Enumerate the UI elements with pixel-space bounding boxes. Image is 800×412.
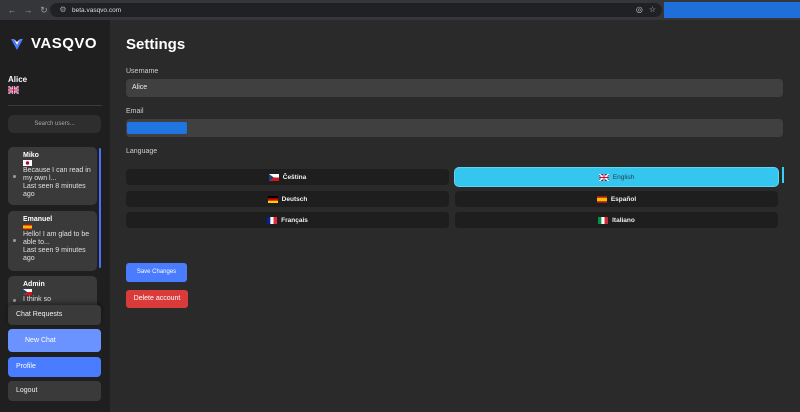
last-seen: ago [23,191,35,198]
language-label-text: English [612,173,635,181]
language-option-german[interactable]: Deutsch [126,191,449,207]
current-user-name: Alice [8,75,28,84]
reload-icon[interactable]: ↻ [38,4,50,16]
chat-preview: able to... [23,239,50,246]
username-field[interactable]: Alice [126,79,783,97]
france-flag-icon [267,216,278,224]
selected-indicator [782,167,784,183]
language-label-text: Italiano [612,216,635,224]
browser-toolbar: ← → ↻ ⚙ beta.vasqvo.com ◎ ☆ [0,0,800,20]
eye-slash-icon[interactable]: ◎ [636,5,643,14]
language-label: Language [126,148,158,155]
logout-button[interactable]: Logout [8,381,101,401]
search-users-input[interactable]: Search users... [8,115,101,133]
chat-item-miko[interactable]: Miko Because I can read in my own l... L… [8,147,97,205]
czech-flag-icon [23,289,32,295]
status-dot [13,239,16,242]
language-label-text: Français [281,216,308,224]
back-icon[interactable]: ← [6,4,18,16]
spain-flag-icon [596,195,607,203]
italy-flag-icon [598,216,609,224]
profile-button[interactable]: Profile [8,357,101,377]
language-option-spanish[interactable]: Español [455,191,778,207]
chat-list[interactable]: Miko Because I can read in my own l... L… [8,147,103,317]
redaction-block [664,2,800,18]
logo[interactable]: VASQVO [10,35,97,52]
status-dot [13,299,16,302]
email-label: Email [126,108,144,115]
new-chat-button[interactable]: New Chat [8,329,101,352]
delete-account-button[interactable]: Delete account [126,290,188,308]
page-title: Settings [126,36,186,53]
chat-preview: Hello! I am glad to be [23,231,90,238]
language-option-french[interactable]: Français [126,212,449,228]
star-icon[interactable]: ☆ [649,5,656,14]
japan-flag-icon [23,160,32,166]
chat-preview: Because I can read in [23,167,91,174]
uk-flag-icon [8,86,19,94]
chat-requests-button[interactable]: Chat Requests [8,305,101,325]
chat-name: Miko [23,152,39,159]
chat-item-emanuel[interactable]: Emanuel Hello! I am glad to be able to..… [8,211,97,271]
forward-icon[interactable]: → [22,4,34,16]
email-redaction [127,122,187,134]
czech-flag-icon [268,173,279,181]
email-field[interactable] [126,119,783,137]
last-seen: ago [23,255,35,262]
sidebar-divider [8,105,102,106]
chat-name: Emanuel [23,216,53,223]
chat-preview: my own l... [23,175,57,182]
logo-text: VASQVO [31,35,98,52]
chat-list-scrollbar[interactable] [99,148,101,268]
germany-flag-icon [267,195,278,203]
language-label-text: Čeština [282,173,307,181]
site-info-icon[interactable]: ⚙ [58,5,68,15]
vasqvo-logo-icon [11,38,23,50]
save-changes-button[interactable]: Save Changes [126,263,187,282]
language-label-text: Español [610,195,637,203]
status-dot [13,175,16,178]
language-label-text: Deutsch [281,195,308,203]
url-text: beta.vasqvo.com [72,6,122,14]
last-seen: Last seen 8 minutes [23,183,86,190]
address-bar[interactable]: ⚙ beta.vasqvo.com ◎ ☆ [50,3,662,17]
settings-panel: Settings Username Alice Email Language Č… [110,20,800,412]
language-option-czech[interactable]: Čeština [126,169,449,185]
uk-flag-icon [598,173,609,181]
chat-name: Admin [23,281,45,288]
language-option-english[interactable]: English [455,168,778,186]
chat-preview: I think so [23,296,52,303]
sidebar: VASQVO Alice Search users... Miko Becaus… [0,20,110,412]
language-option-italian[interactable]: Italiano [455,212,778,228]
username-label: Username [126,68,159,75]
spain-flag-icon [23,224,32,230]
last-seen: Last seen 9 minutes [23,247,86,254]
